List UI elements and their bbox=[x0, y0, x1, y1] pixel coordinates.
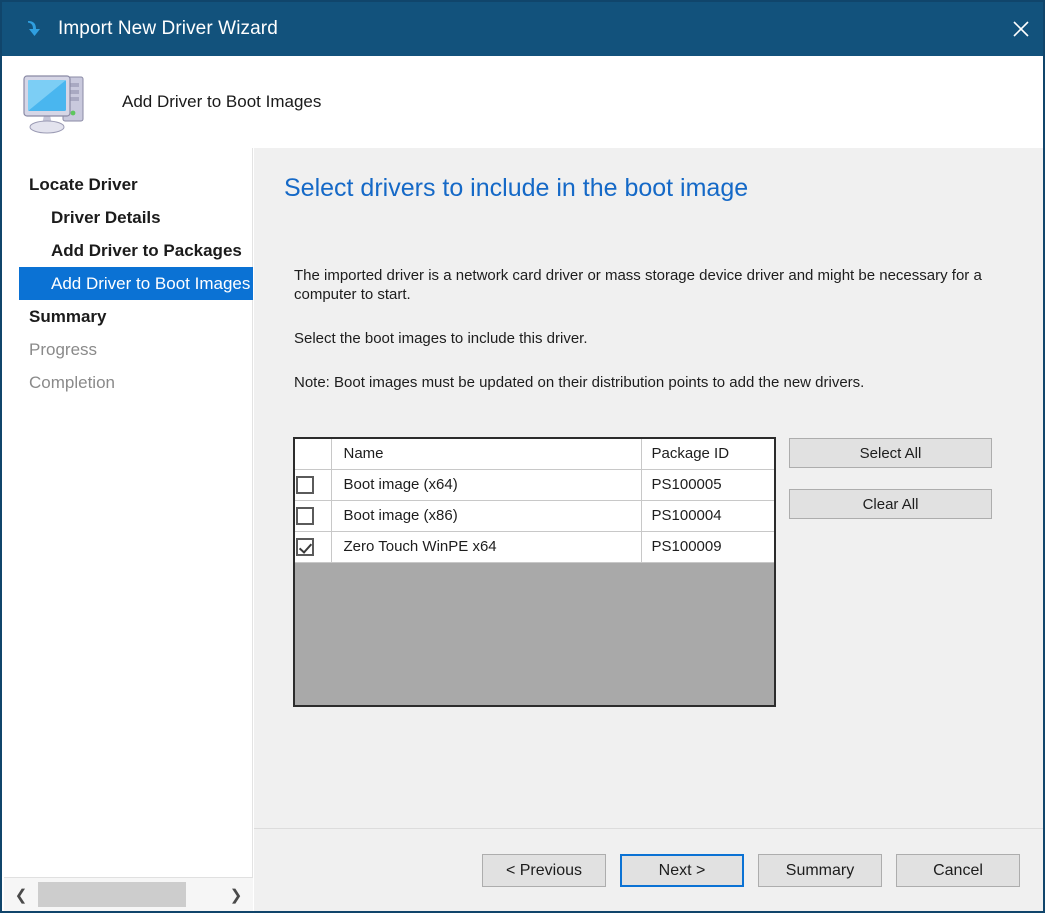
previous-button[interactable]: < Previous bbox=[482, 854, 606, 887]
sidebar-item-add-driver-to-boot-images[interactable]: Add Driver to Boot Images bbox=[19, 267, 253, 300]
table-row[interactable]: Boot image (x86) PS100004 bbox=[295, 500, 774, 531]
column-header-package-id: Package ID bbox=[641, 439, 774, 469]
row-checkbox[interactable] bbox=[296, 476, 314, 494]
description-note: Note: Boot images must be updated on the… bbox=[294, 373, 994, 392]
wizard-sidebar: Locate Driver Driver Details Add Driver … bbox=[4, 148, 253, 911]
wizard-main-panel: Select drivers to include in the boot im… bbox=[254, 148, 1043, 911]
sidebar-item-completion: Completion bbox=[4, 366, 253, 399]
select-all-button[interactable]: Select All bbox=[789, 438, 992, 468]
row-name: Boot image (x86) bbox=[331, 500, 641, 531]
sidebar-item-label: Completion bbox=[29, 373, 115, 393]
row-checkbox-cell[interactable] bbox=[295, 469, 331, 500]
wizard-steps-nav: Locate Driver Driver Details Add Driver … bbox=[4, 168, 253, 399]
row-package-id: PS100009 bbox=[641, 531, 774, 562]
column-header-checkbox bbox=[295, 439, 331, 469]
sidebar-item-label: Locate Driver bbox=[29, 175, 138, 195]
description-paragraph-1: The imported driver is a network card dr… bbox=[294, 266, 994, 304]
row-package-id: PS100004 bbox=[641, 500, 774, 531]
import-arrow-icon bbox=[20, 16, 46, 42]
import-new-driver-wizard-window: Import New Driver Wizard bbox=[0, 0, 1045, 913]
row-name: Boot image (x64) bbox=[331, 469, 641, 500]
table-row[interactable]: Zero Touch WinPE x64 PS100009 bbox=[295, 531, 774, 562]
row-checkbox[interactable] bbox=[296, 538, 314, 556]
boot-images-table: Name Package ID Boot image (x64) PS10000… bbox=[295, 439, 775, 563]
footer-button-group: < Previous Next > Summary Cancel bbox=[482, 854, 1020, 887]
sidebar-item-locate-driver[interactable]: Locate Driver bbox=[4, 168, 253, 201]
scrollbar-thumb[interactable] bbox=[38, 882, 186, 907]
sidebar-item-label: Progress bbox=[29, 340, 97, 360]
computer-icon bbox=[20, 65, 96, 139]
scrollbar-track[interactable] bbox=[38, 878, 219, 911]
chevron-left-icon[interactable]: ❮ bbox=[4, 878, 38, 911]
table-row[interactable]: Boot image (x64) PS100005 bbox=[295, 469, 774, 500]
wizard-body: Locate Driver Driver Details Add Driver … bbox=[4, 148, 1043, 911]
boot-images-table-container: Name Package ID Boot image (x64) PS10000… bbox=[293, 437, 776, 707]
sidebar-item-label: Add Driver to Boot Images bbox=[51, 274, 250, 294]
sidebar-item-driver-details[interactable]: Driver Details bbox=[4, 201, 253, 234]
sidebar-item-label: Add Driver to Packages bbox=[51, 241, 242, 261]
row-package-id: PS100005 bbox=[641, 469, 774, 500]
column-header-name: Name bbox=[331, 439, 641, 469]
page-title: Select drivers to include in the boot im… bbox=[284, 174, 748, 203]
horizontal-scrollbar[interactable]: ❮ ❯ bbox=[4, 877, 253, 911]
sidebar-item-progress: Progress bbox=[4, 333, 253, 366]
clear-all-button[interactable]: Clear All bbox=[789, 489, 992, 519]
wizard-header: Add Driver to Boot Images bbox=[4, 56, 1043, 148]
row-checkbox[interactable] bbox=[296, 507, 314, 525]
chevron-right-icon[interactable]: ❯ bbox=[219, 878, 253, 911]
description-block: The imported driver is a network card dr… bbox=[294, 266, 994, 392]
sidebar-item-label: Summary bbox=[29, 307, 106, 327]
sidebar-item-summary[interactable]: Summary bbox=[4, 300, 253, 333]
description-paragraph-2: Select the boot images to include this d… bbox=[294, 329, 994, 348]
row-checkbox-cell[interactable] bbox=[295, 500, 331, 531]
row-name: Zero Touch WinPE x64 bbox=[331, 531, 641, 562]
window-title: Import New Driver Wizard bbox=[58, 18, 278, 40]
cancel-button[interactable]: Cancel bbox=[896, 854, 1020, 887]
sidebar-item-label: Driver Details bbox=[51, 208, 161, 228]
title-bar: Import New Driver Wizard bbox=[2, 2, 1045, 56]
close-icon[interactable] bbox=[995, 2, 1045, 56]
wizard-footer: < Previous Next > Summary Cancel bbox=[254, 829, 1043, 911]
header-title: Add Driver to Boot Images bbox=[122, 92, 321, 112]
sidebar-item-add-driver-to-packages[interactable]: Add Driver to Packages bbox=[4, 234, 253, 267]
table-actions: Select All Clear All bbox=[789, 438, 992, 540]
table-header-row: Name Package ID bbox=[295, 439, 774, 469]
summary-button[interactable]: Summary bbox=[758, 854, 882, 887]
next-button[interactable]: Next > bbox=[620, 854, 744, 887]
row-checkbox-cell[interactable] bbox=[295, 531, 331, 562]
